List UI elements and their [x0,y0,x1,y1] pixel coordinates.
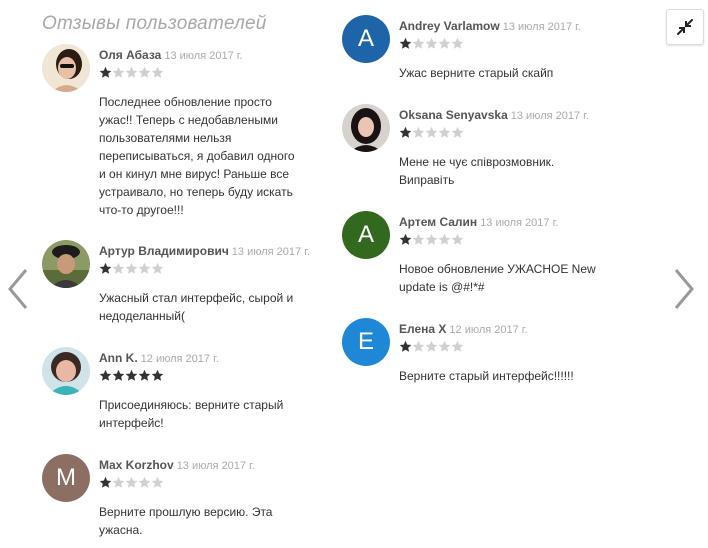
avatar[interactable]: E [342,318,390,366]
review-author[interactable]: Oksana Senyavska [399,108,508,122]
avatar-letter: A [357,25,374,52]
review-date: 12 июля 2017 г. [140,353,219,365]
star-empty-icon [412,340,425,352]
avatar-letter: M [56,464,76,491]
star-empty-icon [151,262,164,274]
review-date: 13 июля 2017 г. [502,21,581,33]
star-empty-icon [412,126,425,138]
star-rating [399,37,642,51]
star-empty-icon [451,233,464,245]
review-text: Верните прошлую версию. Эта ужасна. [99,505,273,537]
review-text: Присоединяюсь: верните старый интерфейс! [99,398,284,430]
star-rating [99,369,312,383]
next-page-button[interactable] [670,266,698,312]
star-filled-icon [99,369,112,381]
review-author[interactable]: Andrey Varlamow [399,19,500,33]
star-empty-icon [125,262,138,274]
star-empty-icon [425,233,438,245]
review-author[interactable]: Ann K. [99,351,138,365]
star-empty-icon [425,126,438,138]
review-author[interactable]: Елена Х [399,322,446,336]
star-empty-icon [125,476,138,488]
star-filled-icon [112,369,125,381]
avatar[interactable] [42,347,90,395]
star-filled-icon [399,126,412,138]
avatar-letter: E [357,328,374,355]
review-date: 12 июля 2017 г. [449,324,528,336]
review-date: 13 июля 2017 г. [480,217,559,229]
star-filled-icon [99,476,112,488]
star-empty-icon [138,66,151,78]
star-rating [99,262,312,276]
star-empty-icon [112,66,125,78]
star-filled-icon [399,340,412,352]
star-filled-icon [99,262,112,274]
review-text: Ужасный стал интерфейс, сырой и недодела… [99,291,294,323]
collapse-icon [677,19,693,35]
star-empty-icon [425,340,438,352]
star-empty-icon [451,340,464,352]
avatar-letter: A [357,221,374,248]
avatar[interactable] [42,44,90,92]
avatar[interactable]: M [42,454,90,502]
chevron-left-icon [8,269,28,309]
avatar[interactable] [342,104,390,152]
prev-page-button[interactable] [4,266,32,312]
star-empty-icon [412,37,425,49]
star-filled-icon [99,66,112,78]
review-date: 13 июля 2017 г. [510,110,589,122]
star-rating [99,476,312,490]
star-rating [99,66,312,80]
star-empty-icon [451,37,464,49]
star-filled-icon [125,369,138,381]
chevron-right-icon [674,269,694,309]
review-date: 13 июля 2017 г. [231,246,310,258]
star-filled-icon [399,233,412,245]
star-empty-icon [438,233,451,245]
star-empty-icon [112,476,125,488]
review-author[interactable]: Оля Абаза [99,48,161,62]
star-empty-icon [151,476,164,488]
star-empty-icon [112,262,125,274]
star-empty-icon [138,262,151,274]
avatar[interactable]: A [342,211,390,259]
review-date: 13 июля 2017 г. [164,50,243,62]
avatar[interactable]: A [342,15,390,63]
star-filled-icon [399,37,412,49]
page-title: Отзывы пользователей [42,13,267,34]
review-author[interactable]: Max Korzhov [99,458,174,472]
star-rating [399,126,642,140]
review-text: Ужас верните старый скайп [399,66,554,80]
collapse-button[interactable] [666,9,704,45]
star-empty-icon [438,37,451,49]
review-author[interactable]: Артур Владимирович [99,244,229,258]
star-empty-icon [451,126,464,138]
star-filled-icon [151,369,164,381]
review-text: Мене не чує співрозмовник. Виправіть [399,155,555,187]
review-text: Новое обновление УЖАСНОЕ New update is @… [399,262,596,294]
star-empty-icon [425,37,438,49]
star-rating [399,233,642,247]
review-text: Последнее обновление просто ужас!! Тепер… [99,95,295,217]
review-date: 13 июля 2017 г. [176,460,255,472]
star-filled-icon [138,369,151,381]
avatar[interactable] [42,240,90,288]
star-empty-icon [438,126,451,138]
star-empty-icon [412,233,425,245]
review-text: Верните старый интерфейс!!!!!! [399,369,574,383]
review-author[interactable]: Артем Салин [399,215,477,229]
star-empty-icon [125,66,138,78]
star-empty-icon [151,66,164,78]
star-rating [399,340,642,354]
star-empty-icon [438,340,451,352]
star-empty-icon [138,476,151,488]
